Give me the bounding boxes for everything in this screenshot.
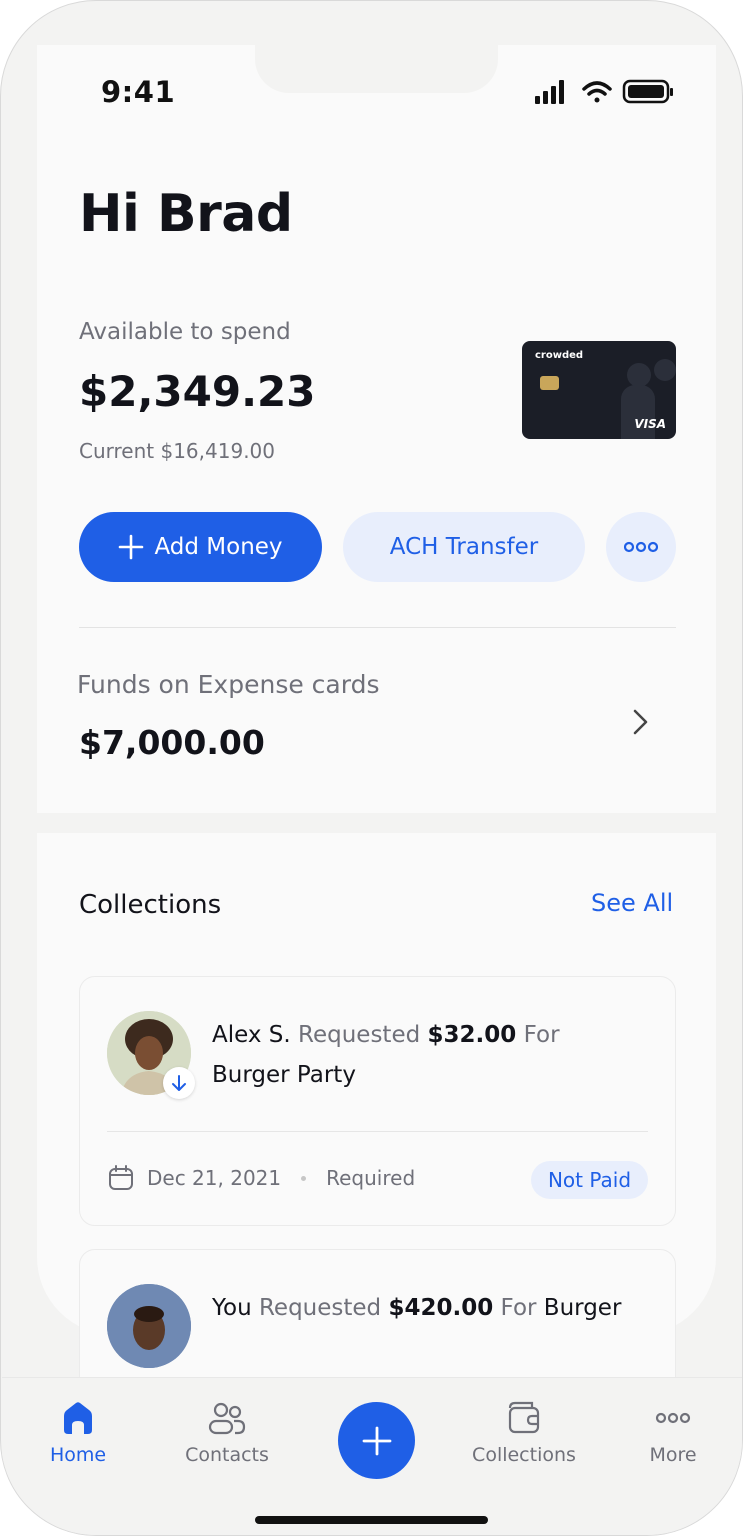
ellipsis-icon [624, 541, 658, 553]
battery-icon [622, 79, 673, 104]
greeting-title: Hi Brad [79, 184, 293, 244]
item-divider [107, 1131, 648, 1132]
requester-name: Alex S. [212, 1022, 291, 1048]
request-description: You Requested $420.00 For Burger [212, 1288, 652, 1328]
status-indicators [535, 79, 673, 104]
home-icon [64, 1402, 92, 1434]
funds-amount[interactable]: $7,000.00 [79, 723, 265, 762]
funds-label[interactable]: Funds on Expense cards [77, 670, 379, 699]
request-description: Alex S. Requested $32.00 For Burger Part… [212, 1015, 652, 1095]
home-indicator [255, 1516, 488, 1524]
request-date: Dec 21, 2021 [147, 1166, 282, 1190]
current-balance: Current $16,419.00 [79, 439, 275, 463]
current-amount: $16,419.00 [160, 439, 275, 463]
debit-card-thumbnail[interactable]: crowded VISA [522, 341, 676, 439]
collections-title: Collections [79, 890, 222, 920]
arrow-down-icon [172, 1075, 186, 1091]
person-avatar-image [107, 1284, 191, 1368]
collection-item[interactable]: Alex S. Requested $32.00 For Burger Part… [79, 976, 676, 1226]
available-amount: $2,349.23 [79, 367, 316, 416]
see-all-link[interactable]: See All [591, 889, 673, 917]
ach-transfer-button[interactable]: ACH Transfer [343, 512, 585, 582]
tab-more[interactable]: More [603, 1398, 742, 1478]
tab-home[interactable]: Home [8, 1398, 148, 1478]
request-amount: $420.00 [388, 1295, 494, 1321]
add-money-button[interactable]: Add Money [79, 512, 322, 582]
request-for: For [523, 1022, 560, 1048]
tab-collections[interactable]: Collections [454, 1398, 594, 1478]
requester-name: You [212, 1295, 252, 1321]
request-amount: $32.00 [427, 1022, 517, 1048]
divider [79, 627, 676, 628]
available-label: Available to spend [79, 319, 291, 345]
phone-frame: 9:41 Hi Brad Available to spend $2,349.2… [0, 0, 743, 1536]
card-network-logo: VISA [634, 417, 666, 431]
bottom-tab-bar: Home Contacts Collections More [2, 1377, 742, 1535]
incoming-request-badge [163, 1067, 195, 1099]
card-figure-graphic-2 [654, 359, 676, 381]
tab-more-label: More [649, 1444, 697, 1466]
request-event: Burger Party [212, 1062, 356, 1088]
plus-icon [119, 534, 144, 560]
request-meta: Dec 21, 2021 Required [107, 1164, 415, 1192]
request-for: For [500, 1295, 537, 1321]
section-separator [37, 813, 716, 833]
status-time: 9:41 [101, 75, 176, 109]
current-label: Current [79, 439, 155, 463]
request-event: Burger [543, 1295, 622, 1321]
plus-icon [362, 1426, 391, 1455]
tab-collections-label: Collections [472, 1444, 576, 1466]
tab-contacts[interactable]: Contacts [157, 1398, 297, 1478]
chevron-right-icon[interactable] [627, 707, 653, 737]
separator-dot [301, 1175, 307, 1181]
status-badge: Not Paid [531, 1161, 648, 1199]
create-button[interactable] [338, 1402, 415, 1479]
card-brand-logo: crowded [535, 350, 584, 361]
ellipsis-icon [655, 1412, 691, 1424]
tab-home-label: Home [49, 1444, 107, 1466]
device-notch [255, 45, 498, 93]
calendar-icon [109, 1165, 133, 1190]
request-verb: Requested [298, 1022, 421, 1048]
cellular-signal-icon [535, 80, 564, 104]
avatar [107, 1284, 191, 1368]
wallet-icon [508, 1401, 540, 1434]
more-actions-button[interactable] [606, 512, 676, 582]
tab-contacts-label: Contacts [185, 1444, 269, 1466]
wifi-icon [582, 81, 612, 103]
card-chip-icon [540, 376, 559, 390]
contacts-icon [208, 1402, 246, 1435]
card-figure-graphic [627, 363, 651, 387]
add-money-label: Add Money [154, 534, 283, 560]
request-verb: Requested [258, 1295, 382, 1321]
request-requirement: Required [326, 1166, 416, 1190]
